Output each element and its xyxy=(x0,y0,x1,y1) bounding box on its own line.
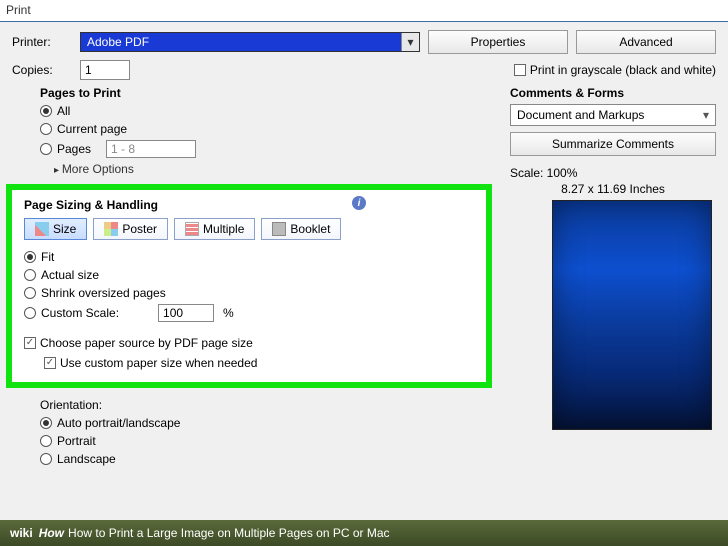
use-custom-paper-checkbox[interactable]: Use custom paper size when needed xyxy=(44,356,257,370)
radio-fit[interactable]: Fit xyxy=(24,250,474,264)
radio-icon xyxy=(40,417,52,429)
summarize-comments-button[interactable]: Summarize Comments xyxy=(510,132,716,156)
custom-scale-input[interactable] xyxy=(158,304,214,322)
wikihow-caption: wiki How How to Print a Large Image on M… xyxy=(0,520,728,546)
seg-poster[interactable]: Poster xyxy=(93,218,168,240)
radio-pages[interactable]: Pages xyxy=(40,140,492,158)
radio-custom-scale[interactable]: Custom Scale: % xyxy=(24,304,474,322)
how-logo-text: How xyxy=(39,526,64,540)
printer-select[interactable]: Adobe PDF ▾ xyxy=(80,32,420,52)
caption-text: How to Print a Large Image on Multiple P… xyxy=(68,526,390,540)
preview-scale: Scale: 100% xyxy=(510,166,716,180)
radio-icon xyxy=(40,435,52,447)
comments-select[interactable]: Document and Markups xyxy=(510,104,716,126)
info-icon[interactable]: i xyxy=(352,196,366,210)
more-options-toggle[interactable]: More Options xyxy=(54,162,492,176)
radio-portrait[interactable]: Portrait xyxy=(40,434,492,448)
radio-icon xyxy=(24,307,36,319)
printer-row: Printer: Adobe PDF ▾ Properties Advanced xyxy=(12,30,716,54)
window-title: Print xyxy=(6,3,31,17)
copies-label: Copies: xyxy=(12,63,72,77)
wiki-logo-text: wiki xyxy=(10,526,33,540)
chevron-down-icon: ▾ xyxy=(401,33,419,51)
grayscale-checkbox[interactable]: Print in grayscale (black and white) xyxy=(514,63,716,77)
radio-icon xyxy=(24,251,36,263)
seg-booklet[interactable]: Booklet xyxy=(261,218,341,240)
checkbox-icon xyxy=(44,357,56,369)
radio-icon xyxy=(40,123,52,135)
radio-landscape[interactable]: Landscape xyxy=(40,452,492,466)
size-icon xyxy=(35,222,49,236)
sizing-title: Page Sizing & Handling xyxy=(24,198,474,212)
sizing-segmented: Size Poster Multiple Booklet xyxy=(24,218,474,240)
copies-input[interactable] xyxy=(80,60,130,80)
booklet-icon xyxy=(272,222,286,236)
seg-size[interactable]: Size xyxy=(24,218,87,240)
orientation-title: Orientation: xyxy=(40,398,492,412)
copies-row: Copies: Print in grayscale (black and wh… xyxy=(12,60,716,80)
printer-label: Printer: xyxy=(12,35,72,49)
properties-button[interactable]: Properties xyxy=(428,30,568,54)
page-sizing-group: Page Sizing & Handling i Size Poster Mul… xyxy=(6,184,492,388)
comments-title: Comments & Forms xyxy=(510,86,716,100)
printer-value: Adobe PDF xyxy=(87,35,149,49)
radio-all[interactable]: All xyxy=(40,104,492,118)
pages-to-print-title: Pages to Print xyxy=(40,86,492,100)
radio-icon xyxy=(40,143,52,155)
pages-range-input[interactable] xyxy=(106,140,196,158)
choose-paper-checkbox[interactable]: Choose paper source by PDF page size xyxy=(24,336,253,350)
radio-icon xyxy=(24,287,36,299)
radio-shrink[interactable]: Shrink oversized pages xyxy=(24,286,474,300)
seg-multiple[interactable]: Multiple xyxy=(174,218,255,240)
radio-auto-orientation[interactable]: Auto portrait/landscape xyxy=(40,416,492,430)
checkbox-icon xyxy=(514,64,526,76)
dialog-content: Printer: Adobe PDF ▾ Properties Advanced… xyxy=(0,22,728,478)
advanced-button[interactable]: Advanced xyxy=(576,30,716,54)
poster-icon xyxy=(104,222,118,236)
radio-actual-size[interactable]: Actual size xyxy=(24,268,474,282)
window-titlebar: Print xyxy=(0,0,728,22)
checkbox-icon xyxy=(24,337,36,349)
print-preview xyxy=(552,200,712,430)
preview-dimensions: 8.27 x 11.69 Inches xyxy=(510,182,716,196)
radio-icon xyxy=(24,269,36,281)
multiple-icon xyxy=(185,222,199,236)
grayscale-label: Print in grayscale (black and white) xyxy=(530,63,716,77)
radio-icon xyxy=(40,105,52,117)
radio-current-page[interactable]: Current page xyxy=(40,122,492,136)
radio-icon xyxy=(40,453,52,465)
